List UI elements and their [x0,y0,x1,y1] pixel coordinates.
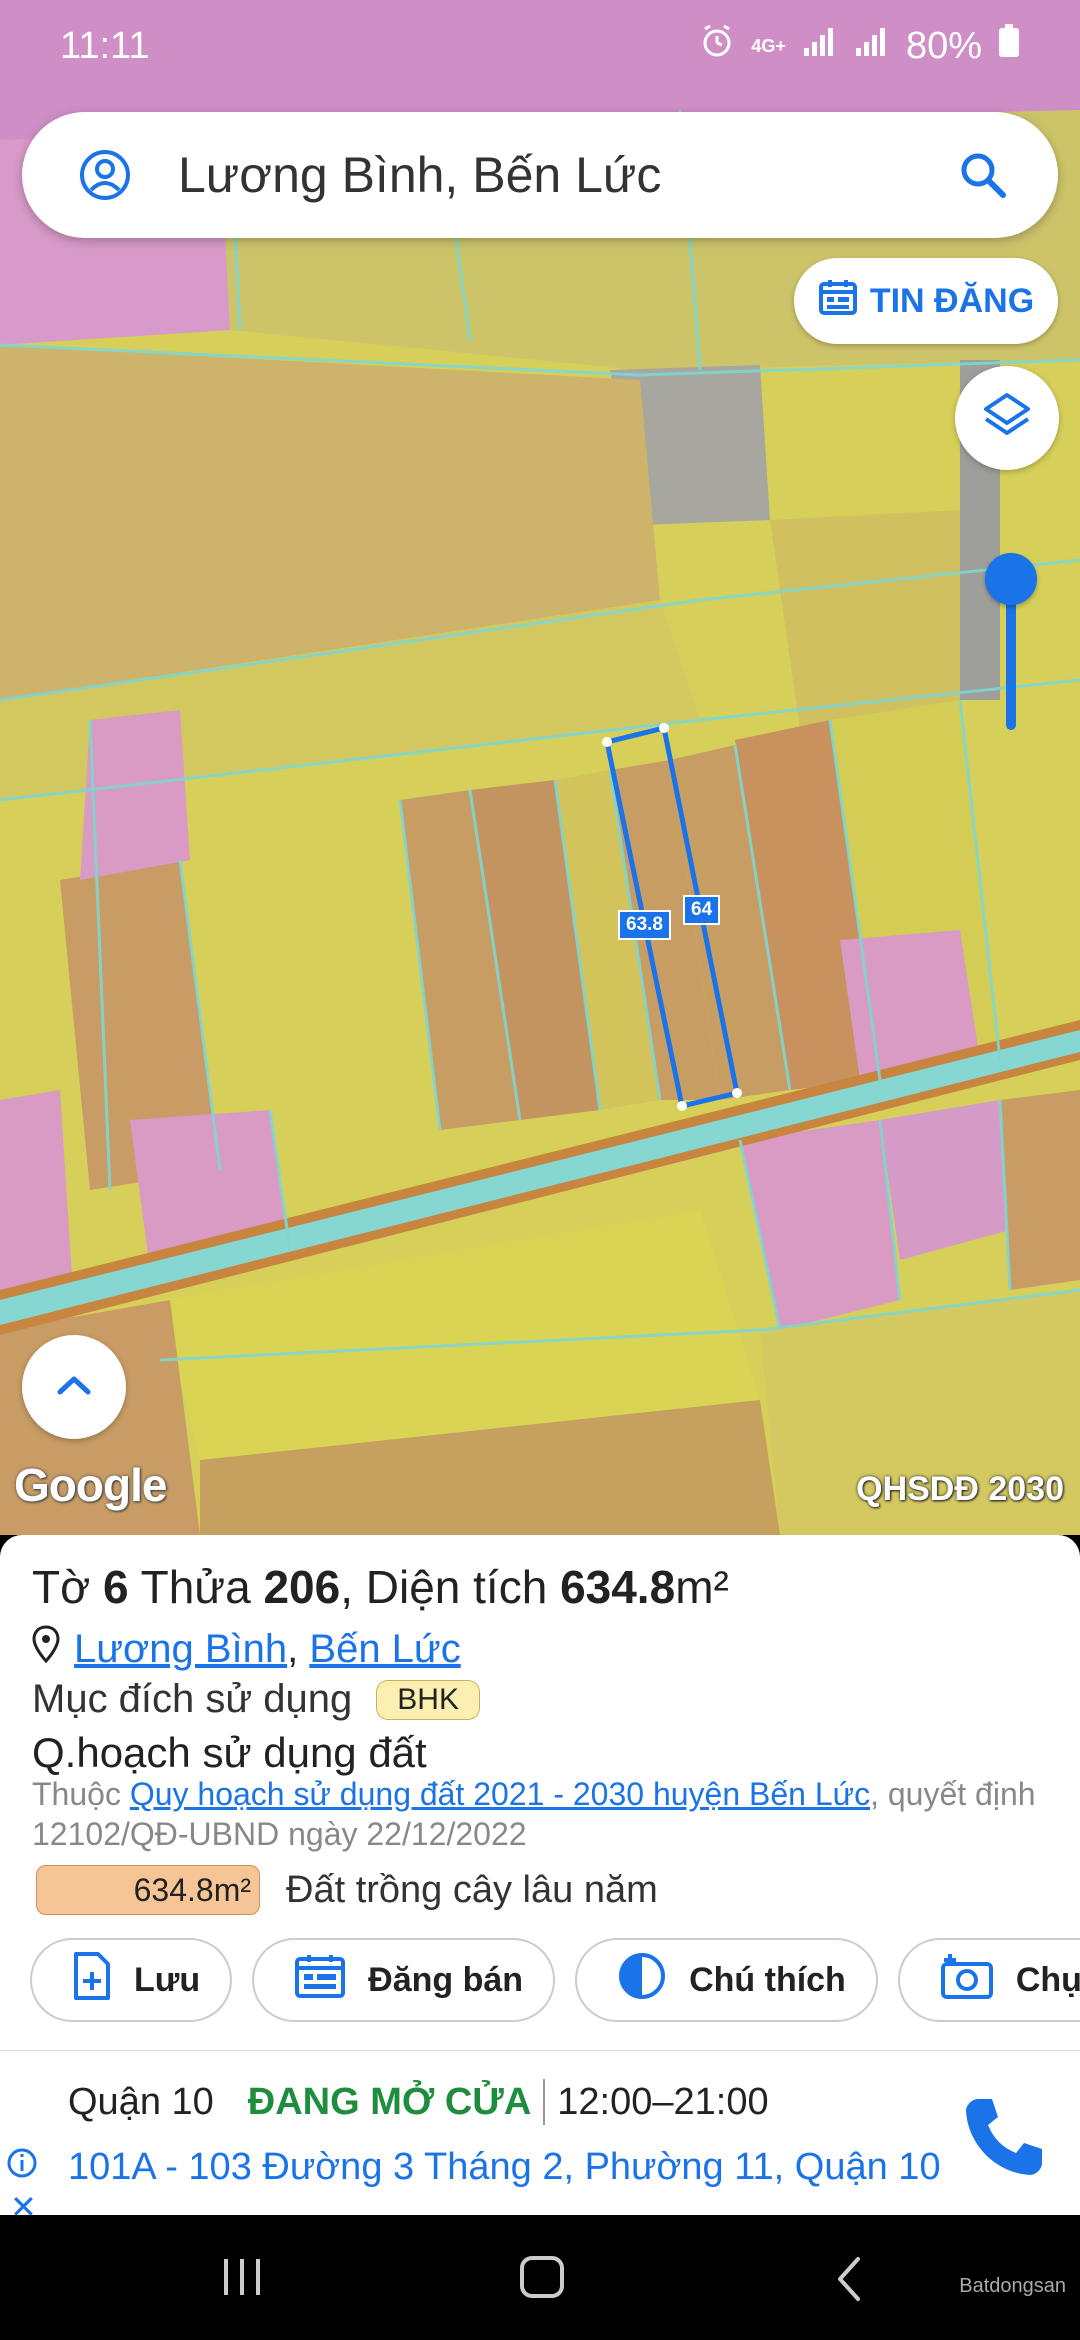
purpose-badge: BHK [376,1679,480,1720]
contrast-icon [617,1951,667,2010]
ad-separator [543,2079,546,2125]
land-use-row: 634.8m² Đất trồng cây lâu năm [36,1865,658,1915]
area-label: Diện tích [365,1561,548,1613]
system-nav-bar [0,2215,1080,2340]
capture-label: Chụp [1015,1960,1080,1999]
battery-percent: 80% [905,24,982,67]
land-use-description: Đất trồng cây lâu năm [286,1868,658,1911]
save-label: Lưu [134,1960,201,1999]
signal-icon [802,25,838,68]
ad-banner[interactable]: Quận 10 ĐANG MỞ CỬA 12:00–21:00 101A - 1… [0,2050,1080,2223]
add-file-icon [72,1951,112,2009]
area-unit: m² [675,1561,729,1613]
parcel-info-sheet: Tờ 6 Thửa 206, Diện tích 634.8m² Lương B… [0,1535,1080,2050]
post-sale-label: Đăng bán [368,1960,524,1999]
ad-business-name: Quận 10 [68,2080,214,2123]
map-view[interactable]: 63.8 64 11:11 4G+ 80% Lương Bình, Bến Lứ… [0,0,1080,1535]
tin-dang-button[interactable]: TIN ĐĂNG [794,258,1058,344]
plan-link[interactable]: Quy hoạch sử dụng đất 2021 - 2030 huyện … [130,1776,870,1812]
phone-icon[interactable] [958,2091,1050,2188]
home-icon[interactable] [518,2255,566,2304]
status-bar: 11:11 4G+ 80% [0,0,1080,92]
ad-address[interactable]: 101A - 103 Đường 3 Tháng 2, Phường 11, Q… [68,2146,941,2189]
thua-value: 206 [263,1561,341,1613]
signal-2-icon [854,25,890,68]
parcel-location: Lương Bình, Bến Lức [32,1625,461,1673]
alarm-icon [699,23,735,69]
capture-button[interactable]: Chụp [897,1938,1080,2022]
post-sale-button[interactable]: Đăng bán [252,1938,556,2022]
layers-icon [980,389,1034,448]
camera-plus-icon [940,1952,994,2009]
account-icon[interactable] [62,132,148,218]
zoom-slider-knob[interactable] [985,553,1037,605]
area-chip: 634.8m² [36,1865,260,1915]
plot-side-label-b: 64 [683,895,721,925]
legend-label: Chú thích [689,1960,846,1999]
action-buttons-row: Lưu Đăng bán Chú thích Chụp [30,1938,1080,2028]
network-label: 4G+ [751,35,786,56]
plan-title: Q.hoạch sử dụng đất [32,1729,427,1776]
google-logo: Google [14,1459,167,1511]
listing-icon [294,1953,346,2008]
calendar-icon [818,278,858,325]
search-query[interactable]: Lương Bình, Bến Lức [148,146,948,204]
parcel-title: Tờ 6 Thửa 206, Diện tích 634.8m² [32,1561,729,1613]
ad-hours: 12:00–21:00 [557,2080,769,2123]
purpose-row: Mục đích sử dụng BHK [32,1677,480,1722]
to-label: Tờ [32,1561,91,1613]
map-layer-label: QHSDĐ 2030 [856,1470,1064,1508]
battery-icon [998,24,1020,68]
purpose-label: Mục đích sử dụng [32,1677,353,1721]
chevron-up-icon [54,1372,94,1403]
ad-open-status: ĐANG MỞ CỬA [247,2080,532,2123]
expand-up-button[interactable] [22,1335,126,1439]
recents-icon[interactable] [218,2255,266,2304]
district-link[interactable]: Bến Lức [309,1627,460,1671]
area-value: 634.8 [560,1561,676,1613]
location-pin-icon [32,1625,60,1673]
legend-button[interactable]: Chú thích [575,1938,878,2022]
layers-button[interactable] [955,366,1059,470]
batdongsan-watermark: Batdongsan [959,2275,1066,2297]
ward-link[interactable]: Lương Bình [74,1627,287,1671]
ad-info-icon[interactable] [6,2147,38,2184]
thua-label: Thửa [140,1561,251,1613]
search-bar[interactable]: Lương Bình, Bến Lức [22,112,1058,238]
plan-description: Thuộc Quy hoạch sử dụng đất 2021 - 2030 … [32,1774,1052,1854]
back-icon[interactable] [830,2255,870,2308]
plan-prefix: Thuộc [32,1776,121,1812]
to-value: 6 [103,1561,129,1613]
save-button[interactable]: Lưu [30,1938,233,2022]
search-icon[interactable] [948,140,1018,210]
status-time: 11:11 [60,24,150,67]
plot-side-label-a: 63.8 [618,910,671,940]
ad-header: Quận 10 ĐANG MỞ CỬA 12:00–21:00 [68,2079,769,2125]
tin-dang-label: TIN ĐĂNG [869,281,1035,320]
